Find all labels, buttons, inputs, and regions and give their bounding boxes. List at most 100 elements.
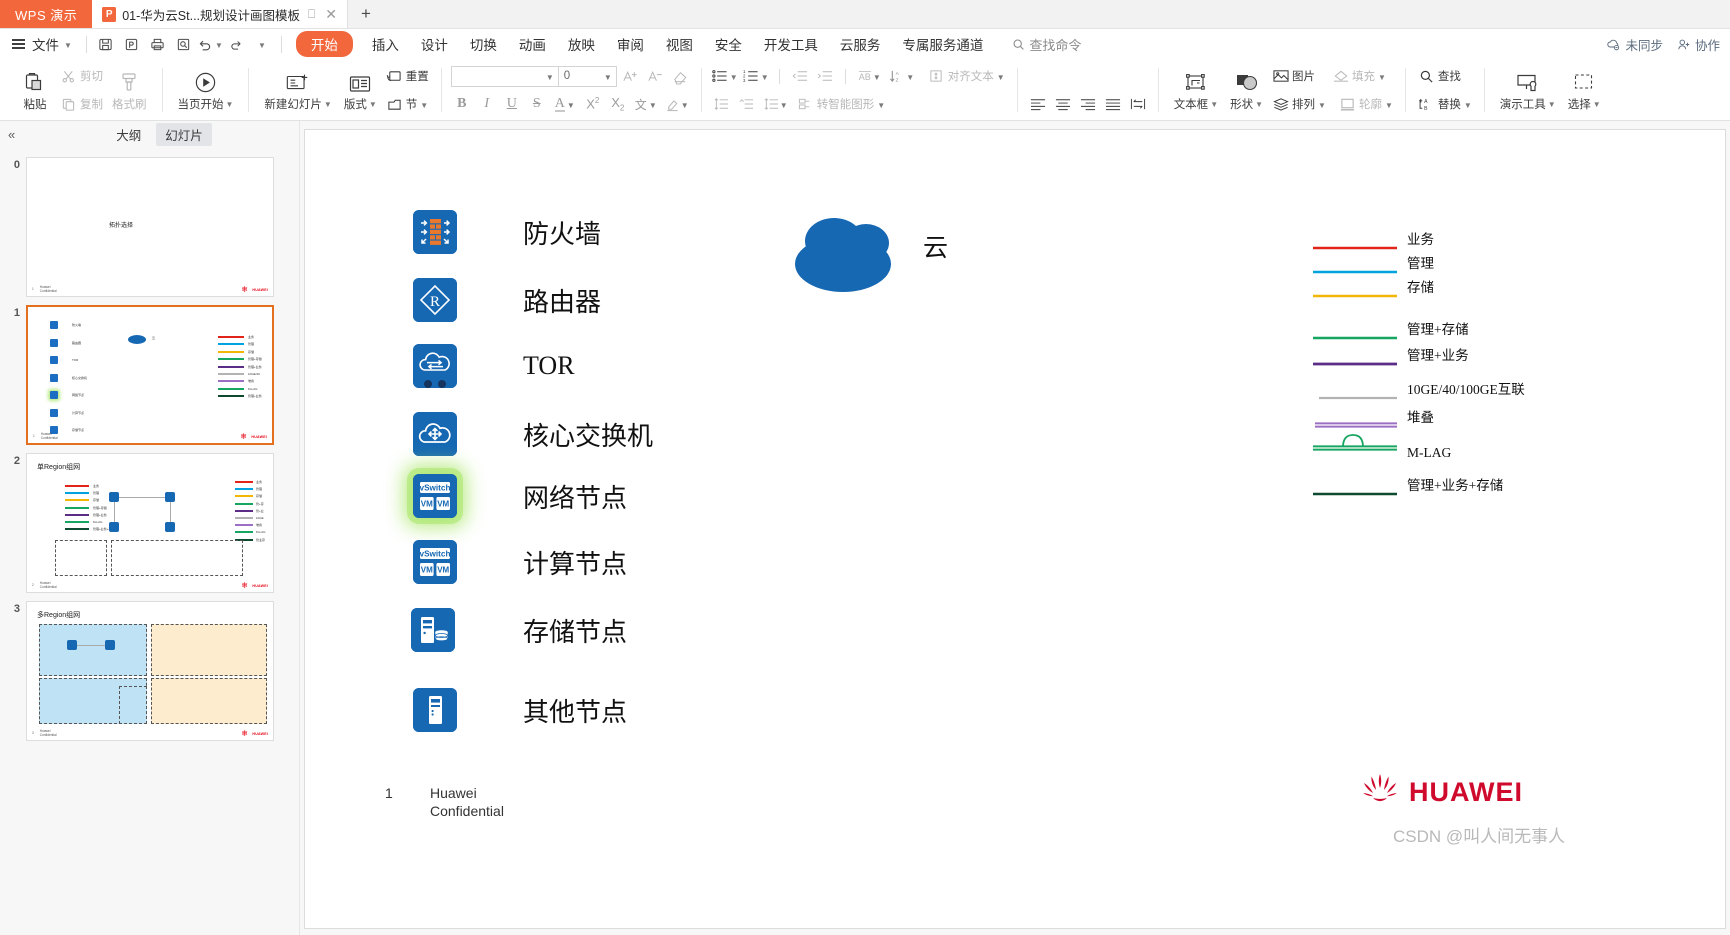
presentation-tools-button[interactable]: 演示工具 ▼: [1494, 69, 1562, 112]
tab-transition[interactable]: 切换: [459, 34, 508, 54]
tab-developer-tools[interactable]: 开发工具: [753, 34, 829, 54]
font-name-select[interactable]: ▼: [450, 65, 559, 87]
layout-button[interactable]: 版式 ▼: [338, 69, 383, 112]
slide-node-firewall[interactable]: 防火墙: [413, 210, 601, 254]
tab-slideshow[interactable]: 放映: [557, 34, 606, 54]
thumbnail-canvas[interactable]: 单Region组网 业务 管理 存储 管理+存储 管理+业务 M-LAG 管理+…: [26, 453, 274, 593]
tab-review[interactable]: 审阅: [606, 34, 655, 54]
tab-security[interactable]: 安全: [704, 34, 753, 54]
reset-button[interactable]: 重置: [383, 67, 432, 86]
slide-thumbnail-1[interactable]: 1 防火墙 路由器 TOR 核心交换机 网络节点 计算节点 存储节点 其他节点: [0, 301, 299, 449]
close-tab-icon[interactable]: ✕: [323, 6, 339, 23]
restore-tab-icon[interactable]: ⎕: [306, 7, 317, 22]
export-pdf-icon[interactable]: [119, 32, 145, 56]
replace-button[interactable]: AB 替换 ▼: [1415, 95, 1475, 114]
cloud-shape-icon[interactable]: [795, 218, 891, 292]
select-button[interactable]: 选择 ▼: [1562, 69, 1607, 112]
slide-node-router[interactable]: R 路由器: [413, 278, 601, 322]
tab-animation[interactable]: 动画: [508, 34, 557, 54]
italic-button[interactable]: I: [476, 94, 498, 115]
numbering-button[interactable]: 1 2 3 ▼: [742, 66, 770, 87]
superscript-button[interactable]: X2: [582, 94, 604, 115]
slide-thumbnail-0[interactable]: 0 拓扑选择 1 Huawei Confidential ❄ HUAWEI: [0, 153, 299, 301]
align-right-button[interactable]: [1077, 94, 1099, 115]
arrange-button[interactable]: 排列 ▼: [1269, 95, 1329, 114]
slide-thumbnail-2[interactable]: 2 单Region组网 业务 管理 存储 管理+存储 管理+业务 M-LAG 管…: [0, 449, 299, 597]
thumbnail-canvas[interactable]: 拓扑选择 1 Huawei Confidential ❄ HUAWEI: [26, 157, 274, 297]
shape-button[interactable]: 形状 ▼: [1224, 69, 1269, 112]
slide-node-other[interactable]: 其他节点: [413, 688, 627, 732]
collapse-panel-icon[interactable]: «: [8, 127, 15, 142]
save-icon[interactable]: [93, 32, 119, 56]
paste-button[interactable]: 粘贴: [13, 69, 57, 112]
distribute-columns-button[interactable]: [1127, 94, 1149, 115]
bold-button[interactable]: B: [451, 94, 473, 115]
highlight-button[interactable]: ▼: [663, 94, 691, 115]
picture-button[interactable]: 图片: [1269, 67, 1318, 86]
fill-button[interactable]: 填充 ▼: [1329, 67, 1389, 86]
file-menu-button[interactable]: 文件 ▼: [6, 34, 80, 54]
command-search[interactable]: 查找命令: [994, 35, 1081, 54]
slide-node-tor[interactable]: TOR: [413, 344, 575, 388]
svg-text:3: 3: [743, 78, 746, 83]
grow-font-button[interactable]: [620, 66, 642, 87]
slide-thumbnail-list[interactable]: 0 拓扑选择 1 Huawei Confidential ❄ HUAWEI 1 …: [0, 147, 299, 935]
line-spacing-options-button[interactable]: [736, 94, 758, 115]
subscript-button[interactable]: X2: [607, 94, 629, 115]
tab-insert[interactable]: 插入: [361, 34, 410, 54]
outline-button[interactable]: 轮廓 ▼: [1336, 95, 1396, 114]
align-justify-button[interactable]: [1102, 94, 1124, 115]
convert-to-smartart-button[interactable]: 转智能图形 ▼: [794, 95, 888, 114]
align-center-button[interactable]: [1052, 94, 1074, 115]
tab-dedicated-service[interactable]: 专属服务通道: [891, 34, 994, 54]
tab-outline[interactable]: 大纲: [107, 123, 150, 146]
start-from-current-button[interactable]: 当页开始 ▼: [172, 69, 240, 112]
slide-thumbnail-3[interactable]: 3 多Region组网 3 Huawei Confidential ❄ HUAW…: [0, 597, 299, 745]
thumbnail-canvas[interactable]: 防火墙 路由器 TOR 核心交换机 网络节点 计算节点 存储节点 其他节点 云: [26, 305, 274, 445]
character-style-button[interactable]: 文 ▼: [632, 94, 660, 115]
slide-node-network[interactable]: vSwitch VM VM 网络节点: [413, 474, 627, 518]
active-slide[interactable]: 防火墙 R 路由器 TOR 核心交换机 vSwitch VM VM 网络节点 v…: [304, 129, 1726, 929]
textbox-button[interactable]: 文本框 ▼: [1168, 69, 1224, 112]
align-text-button[interactable]: 对齐文本 ▼: [925, 67, 1008, 86]
clear-format-button[interactable]: [670, 66, 692, 87]
thumbnail-canvas[interactable]: 多Region组网 3 Huawei Confidential ❄ HUAWEI: [26, 601, 274, 741]
strikethrough-button[interactable]: S: [526, 94, 548, 115]
tab-view[interactable]: 视图: [655, 34, 704, 54]
bullets-button[interactable]: ▼: [711, 66, 739, 87]
new-slide-button[interactable]: 新建幻灯片 ▼: [258, 69, 337, 112]
text-direction-button[interactable]: AB ▼: [855, 66, 885, 87]
legend-item: 管理+业务: [1313, 342, 1525, 366]
font-color-button[interactable]: A ▼: [551, 94, 579, 115]
copy-button[interactable]: 复制: [57, 95, 106, 114]
line-spacing-button[interactable]: ▼: [761, 94, 791, 115]
shrink-font-button[interactable]: [645, 66, 667, 87]
new-tab-button[interactable]: +: [348, 0, 384, 28]
tab-cloud-service[interactable]: 云服务: [829, 34, 892, 54]
collaborate-button[interactable]: 协作: [1677, 35, 1720, 54]
tab-design[interactable]: 设计: [410, 34, 459, 54]
increase-indent-button[interactable]: [814, 66, 836, 87]
customize-quick-access-icon[interactable]: ▼: [249, 32, 275, 56]
font-size-select[interactable]: 0 ▼: [558, 65, 617, 87]
cut-button[interactable]: 剪切: [57, 67, 106, 86]
sync-status-button[interactable]: 未同步: [1606, 35, 1663, 54]
sort-button[interactable]: A Z ▼: [888, 66, 916, 87]
undo-icon[interactable]: ▼: [197, 32, 223, 56]
redo-icon[interactable]: [223, 32, 249, 56]
slide-node-core-switch[interactable]: 核心交换机: [413, 412, 653, 456]
underline-button[interactable]: U: [501, 94, 523, 115]
format-painter-button[interactable]: 格式刷: [106, 69, 153, 112]
tab-home[interactable]: 开始: [295, 31, 353, 57]
tab-slides[interactable]: 幻灯片: [156, 122, 212, 146]
paragraph-spacing-button[interactable]: [711, 94, 733, 115]
slide-node-compute[interactable]: vSwitch VM VM 计算节点: [413, 540, 627, 584]
section-button[interactable]: 节 ▼: [383, 95, 431, 114]
decrease-indent-button[interactable]: [789, 66, 811, 87]
print-preview-icon[interactable]: [171, 32, 197, 56]
align-left-button[interactable]: [1027, 94, 1049, 115]
find-button[interactable]: 查找: [1415, 67, 1464, 86]
slide-node-storage[interactable]: 存储节点: [411, 608, 627, 652]
document-tab[interactable]: P 01-华为云St...规划设计画图模板 ⎕ ✕: [92, 0, 348, 28]
print-icon[interactable]: [145, 32, 171, 56]
